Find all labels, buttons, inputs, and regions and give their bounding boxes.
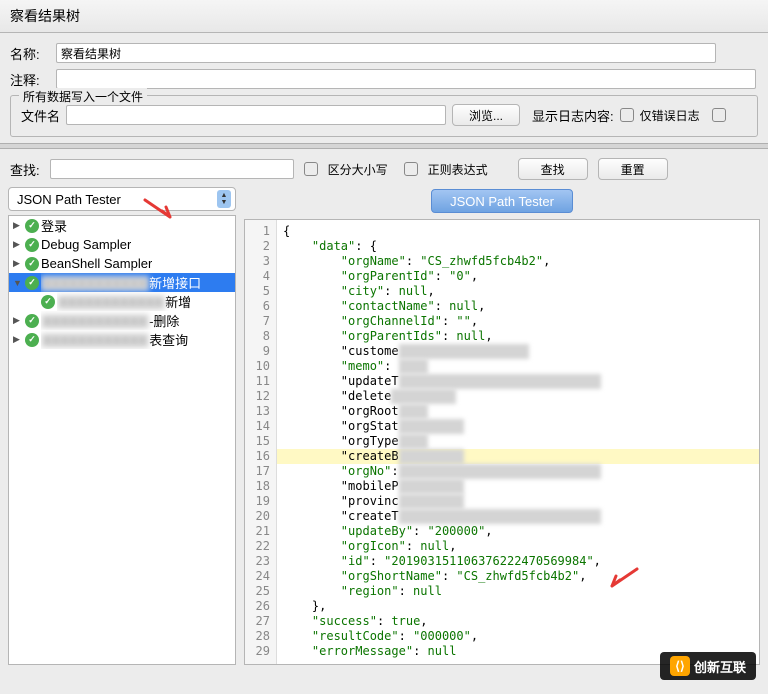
file-input[interactable] [66,105,446,125]
dropdown-value: JSON Path Tester [17,192,121,207]
reset-button[interactable]: 重置 [598,158,668,180]
pixelated-text: AAAA [399,404,428,419]
line-gutter: 1234567891011121314151617181920212223242… [245,220,277,664]
expand-icon[interactable]: ▼ [13,278,23,288]
dropdown-arrows-icon: ▲▼ [217,190,231,208]
right-panel: JSON Path Tester 12345678910111213141516… [244,187,760,665]
expand-icon[interactable]: ▶ [13,315,23,326]
pixelated-text: AAAAAAAA AAAA AAAA AAAA AAAA [399,464,601,479]
error-only-label: 仅错误日志 [640,107,700,124]
blurred-text: XXXXXXXXXXXX [57,295,165,310]
pixelated-text: AAAAAAAA AAAA AAAA AAAA AAAA [399,509,601,524]
extra-checkbox[interactable] [712,108,726,122]
tree-item-label: BeanShell Sampler [41,256,152,271]
content-area: 名称: 注释: 所有数据写入一个文件 文件名 浏览... 显示日志内容: 仅错误… [0,33,768,187]
pixelated-text: AAAA AAAA [399,449,464,464]
tree-item-label: XXXXXXXXXXXX表查询 [41,330,188,349]
success-icon [25,276,39,290]
success-icon [41,295,55,309]
name-input[interactable] [56,43,716,63]
success-icon [25,314,39,328]
browse-button[interactable]: 浏览... [452,104,520,126]
file-label: 文件名 [21,106,60,125]
window-title: 察看结果树 [0,0,768,33]
watermark: ⟨⟩ 创新互联 [660,652,756,680]
success-icon [25,257,39,271]
pixelated-text: AAAA AAAA [399,494,464,509]
blurred-text: XXXXXXXXXXXX [41,314,149,329]
search-button[interactable]: 查找 [518,158,588,180]
expand-icon[interactable]: ▶ [13,334,23,345]
tree-item[interactable]: ▶ Debug Sampler [9,235,235,254]
tree-item[interactable]: ▼ XXXXXXXXXXXX新增接口 [9,273,235,292]
pixelated-text: AAAA [399,434,428,449]
file-fieldset: 所有数据写入一个文件 文件名 浏览... 显示日志内容: 仅错误日志 [10,95,758,137]
case-checkbox[interactable] [304,162,318,176]
case-label: 区分大小写 [328,161,388,178]
tree-item[interactable]: ▶ XXXXXXXXXXXX表查询 [9,330,235,349]
regex-label: 正则表达式 [428,161,488,178]
tree-item-label: 登录 [41,216,67,235]
tree-item[interactable]: ▶ 登录 [9,216,235,235]
search-input[interactable] [50,159,294,179]
tree-item-label: Debug Sampler [41,237,131,252]
pixelated-text: AAAA AAAA [399,479,464,494]
left-panel: JSON Path Tester ▲▼ ▶ 登录 ▶ Debug Sampler ▶ Be… [8,187,236,665]
code-content[interactable]: { "data": { "orgName": "CS_zhwfd5fcb4b2"… [277,220,759,664]
success-icon [25,333,39,347]
tree-item-label: XXXXXXXXXXXX-删除 [41,311,179,330]
expand-icon[interactable]: ▶ [13,258,23,269]
success-icon [25,219,39,233]
pixelated-text: AAAAAAAA AAAA AAAA [399,344,529,359]
comment-input[interactable] [56,69,756,89]
success-icon [25,238,39,252]
tester-dropdown[interactable]: JSON Path Tester ▲▼ [8,187,236,211]
pixelated-text: AAAA AAAA [391,389,456,404]
expand-icon[interactable]: ▶ [13,239,23,250]
separator [0,143,768,149]
watermark-text: 创新互联 [694,657,746,676]
results-tree[interactable]: ▶ 登录 ▶ Debug Sampler ▶ BeanShell Sampler ▼ XXXX… [8,215,236,665]
pixelated-text: AAAAAAAA AAAA AAAA AAAA AAAA [399,374,601,389]
fieldset-legend: 所有数据写入一个文件 [19,88,147,105]
comment-label: 注释: [10,70,50,89]
log-label: 显示日志内容: [532,106,614,125]
pixelated-text: AAAA AAAA [399,419,464,434]
json-path-tester-button[interactable]: JSON Path Tester [431,189,573,213]
watermark-icon: ⟨⟩ [670,656,690,676]
tree-item[interactable]: ▶ BeanShell Sampler [9,254,235,273]
code-area[interactable]: 1234567891011121314151617181920212223242… [244,219,760,665]
main-area: JSON Path Tester ▲▼ ▶ 登录 ▶ Debug Sampler ▶ Be… [0,187,768,665]
blurred-text: XXXXXXXXXXXX [41,333,149,348]
expand-icon[interactable]: ▶ [13,220,23,231]
tree-item-label: XXXXXXXXXXXX新增 [57,292,191,311]
tree-item-label: XXXXXXXXXXXX新增接口 [41,273,201,292]
regex-checkbox[interactable] [404,162,418,176]
pixelated-text: AAAA [399,359,428,374]
name-label: 名称: [10,44,50,63]
error-only-checkbox[interactable] [620,108,634,122]
search-label: 查找: [10,160,40,179]
tree-item[interactable]: ▶ XXXXXXXXXXXX-删除 [9,311,235,330]
tree-item[interactable]: XXXXXXXXXXXX新增 [9,292,235,311]
blurred-text: XXXXXXXXXXXX [41,276,149,291]
